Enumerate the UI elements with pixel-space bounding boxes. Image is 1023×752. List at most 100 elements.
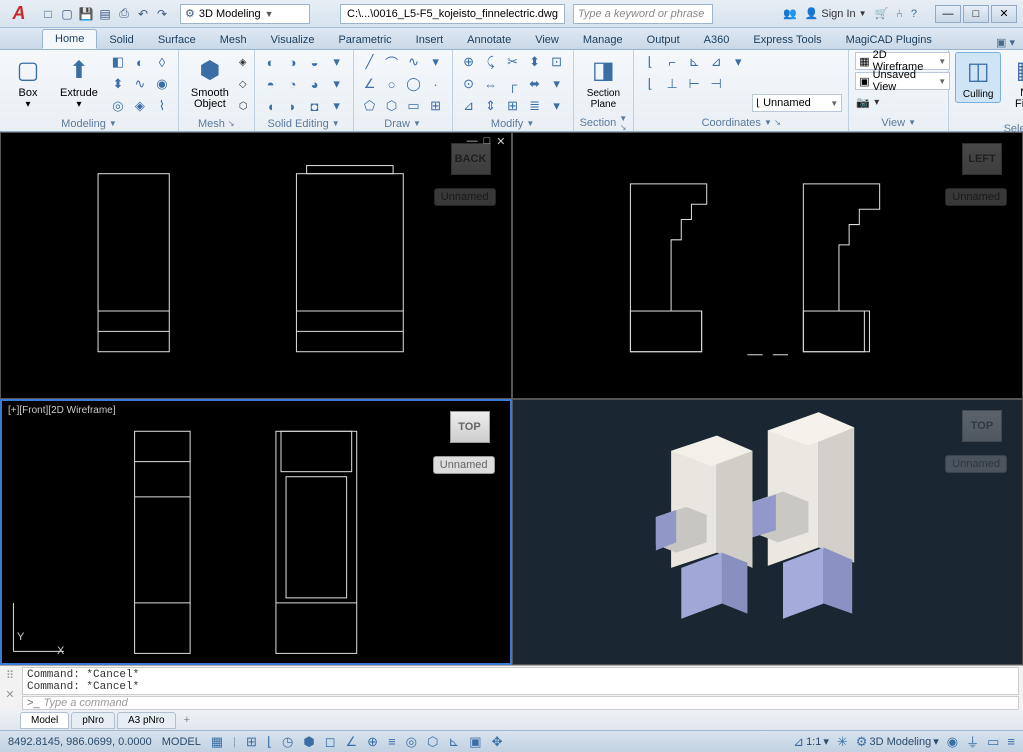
3dosnap-icon[interactable]: ⬡ <box>427 734 438 750</box>
mesh-tool-3[interactable]: ⬡ <box>239 96 248 116</box>
nofilter-button[interactable]: ▦No Filter▾ <box>1005 52 1023 123</box>
undo-icon[interactable]: ↶ <box>135 6 151 22</box>
layout-tabs: Model pNro A3 pNro + <box>0 710 1023 730</box>
document-tab[interactable]: C:\...\0016_L5-F5_kojeisto_finnelectric.… <box>340 4 565 24</box>
ribbon-options-icon[interactable]: ▣ ▾ <box>988 36 1023 49</box>
sel-icon[interactable]: ▣ <box>469 734 481 750</box>
section-icon: ◨ <box>587 54 619 86</box>
tab-a3pnro[interactable]: A3 pNro <box>117 712 176 729</box>
panel-modify: ⊕⤹✂⬍⊡ ⊙⇔┌⬌▾ ⊿⇕⊞≣▾ Modify ▼ <box>453 50 574 131</box>
extrude-button[interactable]: ⬆Extrude▾ <box>54 52 104 112</box>
ducs-icon[interactable]: ⊾ <box>448 734 459 750</box>
saveas-icon[interactable]: ▤ <box>97 6 113 22</box>
signin-button[interactable]: 👤 Sign In ▼ <box>805 7 867 20</box>
tab-parametric[interactable]: Parametric <box>326 31 403 49</box>
subtract-icon[interactable]: ◎ <box>108 96 128 116</box>
cmd-close-icon[interactable]: ✕ <box>3 688 17 701</box>
polar-icon[interactable]: ◷ <box>282 734 293 750</box>
tab-magicad[interactable]: MagiCAD Plugins <box>834 31 944 49</box>
scale-display[interactable]: ⊿ 1:1 ▾ <box>793 734 829 750</box>
help-icon[interactable]: ? <box>911 8 917 20</box>
iso-icon[interactable]: ⬢ <box>303 734 314 750</box>
a360-icon[interactable]: ⑃ <box>896 8 903 20</box>
revolve-icon[interactable]: ◐ <box>130 52 150 72</box>
grid-icon[interactable]: ▦ <box>211 734 223 750</box>
tab-model[interactable]: Model <box>20 712 69 729</box>
command-input[interactable]: >_ Type a command <box>22 696 1019 710</box>
minimize-button[interactable]: — <box>935 5 961 23</box>
search-input[interactable]: Type a keyword or phrase <box>573 4 713 24</box>
polysolid-icon[interactable]: ◧ <box>108 52 128 72</box>
viewport-bottom-left[interactable]: [+][Front][2D Wireframe] TOP Unnamed Y X <box>0 399 512 666</box>
saved-view-dropdown[interactable]: ▣Unsaved View▼ <box>855 72 950 90</box>
panel-selection: ◫Culling ▦No Filter▾ ✥Move Gizmo▾ Select… <box>949 50 1023 131</box>
clean-icon[interactable]: ▭ <box>987 734 999 750</box>
panel-view: ▦2D Wireframe▼ ▣Unsaved View▼ 📷▾ View ▼ <box>849 50 949 131</box>
add-layout-button[interactable]: + <box>178 712 196 728</box>
tab-a360[interactable]: A360 <box>692 31 742 49</box>
cmd-handle-icon[interactable]: ⠿ <box>3 669 17 682</box>
presspull-icon[interactable]: ⬍ <box>108 74 128 94</box>
perf-icon[interactable]: ◉ <box>947 734 958 750</box>
smooth-button[interactable]: ⬢Smooth Object <box>185 52 235 112</box>
panel-solid-editing: ◐◑◒▾ ◓◔◕▾ ◖◗◘▾ Solid Editing ▼ <box>255 50 354 131</box>
tab-output[interactable]: Output <box>635 31 692 49</box>
mesh-tool-1[interactable]: ◈ <box>239 52 248 72</box>
save-icon[interactable]: 💾 <box>78 6 94 22</box>
ucs-dropdown[interactable]: ⌊ Unnamed▼ <box>752 94 842 112</box>
track-icon[interactable]: ∠ <box>346 734 358 750</box>
exchange-icon[interactable]: 🛒 <box>875 7 889 20</box>
open-icon[interactable]: ▢ <box>59 6 75 22</box>
loft-icon[interactable]: ◊ <box>152 52 172 72</box>
lw-icon[interactable]: ≡ <box>388 734 396 749</box>
culling-button[interactable]: ◫Culling <box>955 52 1001 103</box>
tab-manage[interactable]: Manage <box>571 31 635 49</box>
close-button[interactable]: ✕ <box>991 5 1017 23</box>
viewport-bottom-right[interactable]: TOP Unnamed <box>512 399 1023 666</box>
redo-icon[interactable]: ↷ <box>154 6 170 22</box>
tab-pnro[interactable]: pNro <box>71 712 115 729</box>
ortho-icon[interactable]: ⌊ <box>267 734 272 750</box>
tab-visualize[interactable]: Visualize <box>259 31 327 49</box>
cycle-icon[interactable]: ◎ <box>406 734 417 750</box>
helix-icon[interactable]: ⌇ <box>152 96 172 116</box>
annoscale-icon[interactable]: ✳ <box>837 734 848 750</box>
tab-mesh[interactable]: Mesh <box>208 31 259 49</box>
iso-toggle[interactable]: ⏚ <box>966 732 979 751</box>
tab-insert[interactable]: Insert <box>404 31 456 49</box>
solid-edit-tools: ◐◑◒▾ ◓◔◕▾ ◖◗◘▾ <box>261 52 347 116</box>
model-toggle[interactable]: MODEL <box>162 736 201 748</box>
maximize-button[interactable]: □ <box>963 5 989 23</box>
dyn-icon[interactable]: ⊕ <box>367 734 378 750</box>
ws-display[interactable]: ⚙ 3D Modeling ▾ <box>856 734 939 750</box>
sweep-icon[interactable]: ∿ <box>130 74 150 94</box>
modeling-tools: ◧◐◊ ⬍∿◉ ◎◈⌇ <box>108 52 172 116</box>
tab-solid[interactable]: Solid <box>97 31 145 49</box>
osnap-icon[interactable]: ◻ <box>325 734 336 750</box>
workspace-dropdown[interactable]: ⚙ 3D Modeling ▼ <box>180 4 310 24</box>
section-plane-button[interactable]: ◨Section Plane <box>580 52 628 112</box>
print-icon[interactable]: ⎙ <box>116 6 132 22</box>
snap-icon[interactable]: ⊞ <box>246 734 257 750</box>
new-icon[interactable]: □ <box>40 6 56 22</box>
union-icon[interactable]: ◉ <box>152 74 172 94</box>
tab-home[interactable]: Home <box>42 29 97 49</box>
viewport-top-right[interactable]: LEFT Unnamed <box>512 132 1023 399</box>
tab-annotate[interactable]: Annotate <box>455 31 523 49</box>
custom-icon[interactable]: ≡ <box>1007 734 1015 749</box>
chevron-down-icon: ▼ <box>265 9 274 19</box>
panel-draw: ╱⌒∿▾ ∠○◯· ⬠⬡▭⊞ Draw ▼ <box>354 50 453 131</box>
view-camera[interactable]: 📷▾ <box>855 92 950 112</box>
visual-style-dropdown[interactable]: ▦2D Wireframe▼ <box>855 52 950 70</box>
tab-view[interactable]: View <box>523 31 571 49</box>
box-button[interactable]: ▢Box▾ <box>6 52 50 112</box>
viewport-top-left[interactable]: —□✕ BACK Unnamed <box>0 132 512 399</box>
mesh-tool-2[interactable]: ◇ <box>239 74 248 94</box>
ribbon-tabstrip: Home Solid Surface Mesh Visualize Parame… <box>0 28 1023 50</box>
infocenter-icon[interactable]: 👥 <box>783 7 797 20</box>
app-logo[interactable]: A <box>5 2 33 26</box>
tab-express[interactable]: Express Tools <box>741 31 833 49</box>
gizmo-icon[interactable]: ✥ <box>492 734 503 750</box>
intersect-icon[interactable]: ◈ <box>130 96 150 116</box>
tab-surface[interactable]: Surface <box>146 31 208 49</box>
